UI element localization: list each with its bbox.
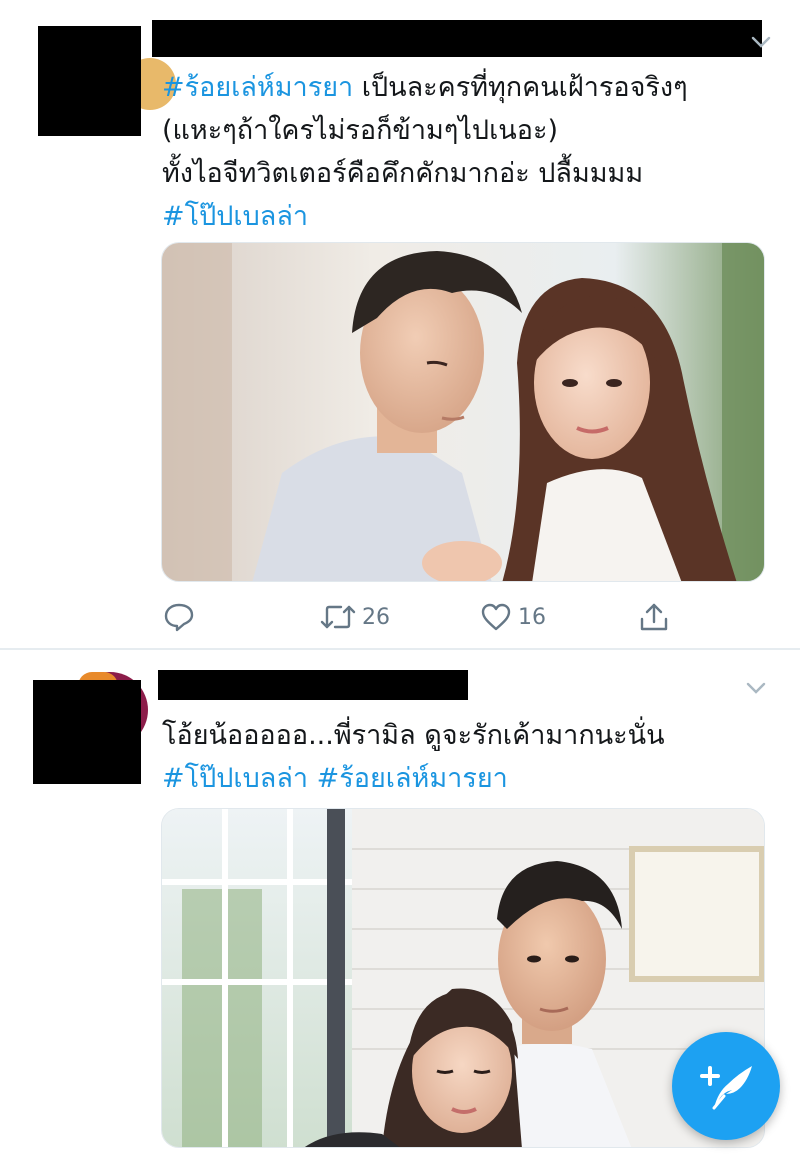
retweet-button[interactable]: 26 [320,600,390,634]
author-name-redaction [152,20,762,57]
author-name-redaction [158,670,468,700]
like-button[interactable]: 16 [480,600,546,634]
avatar-redaction [33,680,141,784]
chevron-down-icon[interactable] [745,680,767,696]
hashtag-link[interactable]: #ร้อยเล่ห์มารยา [317,763,508,794]
hashtag-link[interactable]: #ร้อยเล่ห์มารยา [162,72,353,103]
tweet-text-segment [308,763,317,794]
retweet-icon [320,605,356,629]
compose-tweet-icon [700,1066,752,1110]
tweet-text-segment: ทั้งไอจีทวิตเตอร์คือคึกคักมากอ่ะ ปลื้มมม… [162,158,644,189]
tweet-photo[interactable] [161,242,765,582]
photo-couple-embrace [162,243,764,581]
tweet-text-line: #โป๊ปเบลล่า #ร้อยเล่ห์มารยา [162,757,770,800]
tweet-text-line: (แหะๆถ้าใครไม่รอก็ข้ามๆไปเนอะ) [162,109,770,152]
tweet-text-segment: เป็นละครที่ทุกคนเฝ้ารอจริงๆ [353,72,688,103]
reply-button[interactable] [163,600,201,634]
tweet-text-segment: (แหะๆถ้าใครไม่รอก็ข้ามๆไปเนอะ) [162,115,559,146]
tweet-text-segment: โอ้ยน้อออออ...พี่รามิล ดูจะรักเค้ามากนะน… [162,720,665,751]
tweet-text-line: #โป๊ปเบลล่า [162,195,770,238]
tweet-text-line: ทั้งไอจีทวิตเตอร์คือคึกคักมากอ่ะ ปลื้มมม… [162,152,770,195]
share-button[interactable] [638,600,670,634]
tweet[interactable]: #ร้อยเล่ห์มารยา เป็นละครที่ทุกคนเฝ้ารอจร… [0,0,800,648]
retweet-count: 26 [362,604,390,630]
tweet-text: #ร้อยเล่ห์มารยา เป็นละครที่ทุกคนเฝ้ารอจร… [162,66,770,238]
chevron-down-icon[interactable] [750,34,772,50]
hashtag-link[interactable]: #โป๊ปเบลล่า [162,763,308,794]
hashtag-link[interactable]: #โป๊ปเบลล่า [162,201,308,232]
tweet-text: โอ้ยน้อออออ...พี่รามิล ดูจะรักเค้ามากนะน… [162,714,770,800]
heart-icon [481,603,511,631]
avatar-redaction [38,26,141,136]
like-count: 16 [518,604,546,630]
compose-tweet-button[interactable] [672,1032,780,1140]
tweet-text-line: #ร้อยเล่ห์มารยา เป็นละครที่ทุกคนเฝ้ารอจร… [162,66,770,109]
comment-bubble-icon [164,603,194,632]
share-icon [640,603,668,631]
tweet-text-line: โอ้ยน้อออออ...พี่รามิล ดูจะรักเค้ามากนะน… [162,714,770,757]
